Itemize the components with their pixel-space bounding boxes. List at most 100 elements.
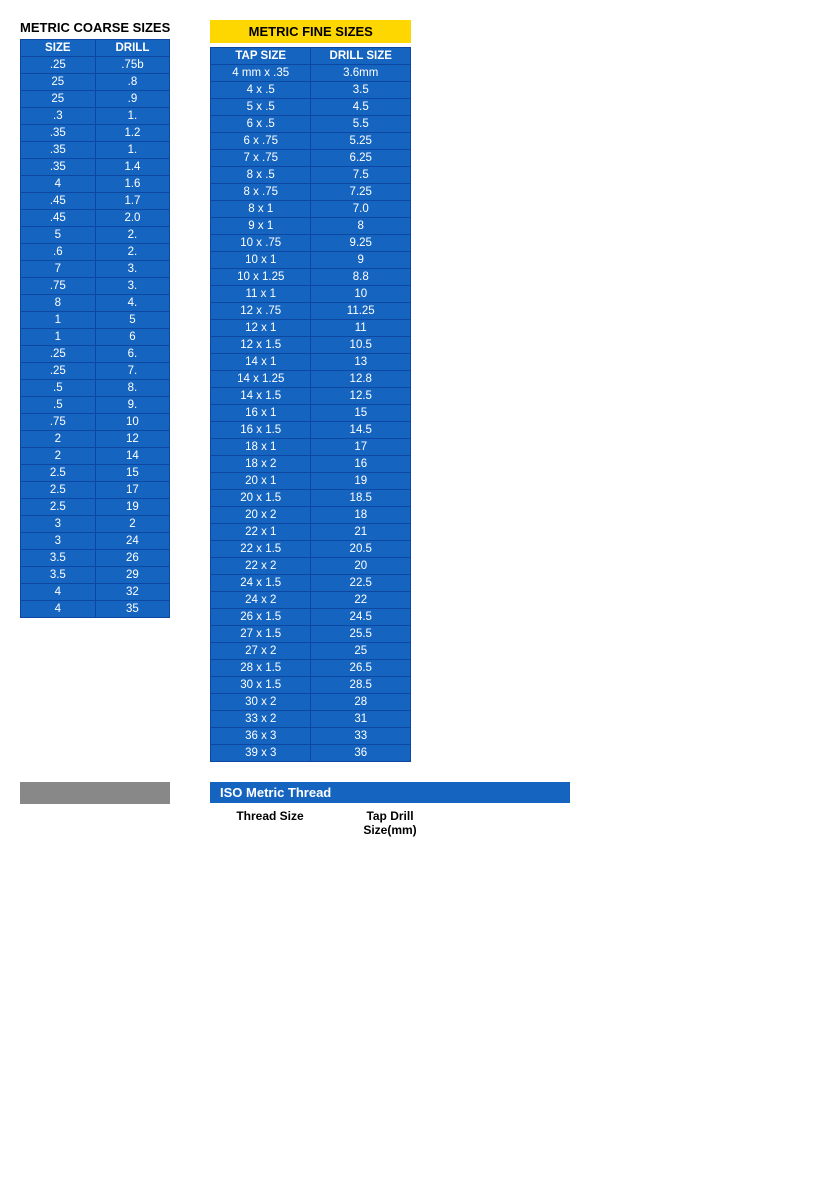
iso-section: ISO Metric Thread Thread Size Tap Drill …	[210, 782, 570, 839]
coarse-cell: .5	[21, 380, 96, 397]
coarse-cell: 7.	[95, 363, 170, 380]
bottom-section: ISO Metric Thread Thread Size Tap Drill …	[20, 782, 820, 839]
fine-cell: 5 x .5	[211, 99, 311, 116]
fine-cell: 22.5	[311, 575, 411, 592]
fine-cell: 9	[311, 252, 411, 269]
fine-cell: 10 x 1	[211, 252, 311, 269]
fine-cell: 33	[311, 728, 411, 745]
fine-section: METRIC FINE SIZES TAP SIZE DRILL SIZE 4 …	[210, 20, 411, 762]
coarse-cell: .25	[21, 363, 96, 380]
coarse-cell: 2.5	[21, 482, 96, 499]
coarse-cell: 2.	[95, 227, 170, 244]
coarse-cell: .35	[21, 125, 96, 142]
fine-cell: 22	[311, 592, 411, 609]
fine-cell: 7.5	[311, 167, 411, 184]
fine-cell: 20.5	[311, 541, 411, 558]
fine-cell: 20 x 1.5	[211, 490, 311, 507]
fine-cell: 24.5	[311, 609, 411, 626]
iso-col2: Tap Drill Size(mm)	[330, 807, 450, 839]
fine-cell: 22 x 2	[211, 558, 311, 575]
coarse-cell: .3	[21, 108, 96, 125]
coarse-cell: 10	[95, 414, 170, 431]
coarse-cell: 1.4	[95, 159, 170, 176]
coarse-cell: 1.	[95, 142, 170, 159]
fine-cell: 8 x .75	[211, 184, 311, 201]
fine-cell: 9 x 1	[211, 218, 311, 235]
coarse-cell: .35	[21, 159, 96, 176]
iso-title: ISO Metric Thread	[210, 782, 570, 803]
coarse-cell: 9.	[95, 397, 170, 414]
coarse-cell: 2.5	[21, 465, 96, 482]
fine-cell: 19	[311, 473, 411, 490]
fine-cell: 30 x 2	[211, 694, 311, 711]
coarse-cell: 19	[95, 499, 170, 516]
fine-cell: 17	[311, 439, 411, 456]
coarse-cell: .25	[21, 346, 96, 363]
coarse-cell: 3	[21, 533, 96, 550]
fine-cell: 12 x .75	[211, 303, 311, 320]
coarse-cell: 17	[95, 482, 170, 499]
fine-cell: 4 mm x .35	[211, 65, 311, 82]
coarse-cell: .45	[21, 210, 96, 227]
fine-cell: 8 x 1	[211, 201, 311, 218]
fine-cell: 16 x 1	[211, 405, 311, 422]
coarse-cell: .25	[21, 57, 96, 74]
fine-cell: 11 x 1	[211, 286, 311, 303]
fine-cell: 28	[311, 694, 411, 711]
fine-header-tap: TAP SIZE	[211, 48, 311, 65]
fine-cell: 36 x 3	[211, 728, 311, 745]
fine-cell: 4 x .5	[211, 82, 311, 99]
fine-cell: 10 x 1.25	[211, 269, 311, 286]
fine-cell: 10	[311, 286, 411, 303]
coarse-cell: .75	[21, 278, 96, 295]
coarse-cell: 29	[95, 567, 170, 584]
fine-cell: 30 x 1.5	[211, 677, 311, 694]
fine-cell: 36	[311, 745, 411, 762]
fine-cell: 7.0	[311, 201, 411, 218]
coarse-cell: 32	[95, 584, 170, 601]
fine-cell: 28 x 1.5	[211, 660, 311, 677]
coarse-header-size: SIZE	[21, 40, 96, 57]
coarse-cell: 35	[95, 601, 170, 618]
coarse-cell: 2	[21, 431, 96, 448]
fine-cell: 11.25	[311, 303, 411, 320]
coarse-cell: 3.	[95, 278, 170, 295]
fine-cell: 8.8	[311, 269, 411, 286]
tables-row: METRIC COARSE SIZES SIZE DRILL .25.75b25…	[20, 20, 820, 762]
coarse-cell: 1	[21, 312, 96, 329]
fine-cell: 28.5	[311, 677, 411, 694]
coarse-cell: 25	[21, 74, 96, 91]
coarse-cell: 2	[21, 448, 96, 465]
fine-cell: 14 x 1	[211, 354, 311, 371]
fine-cell: 6 x .75	[211, 133, 311, 150]
iso-headers: Thread Size Tap Drill Size(mm)	[210, 807, 570, 839]
fine-cell: 22 x 1.5	[211, 541, 311, 558]
fine-cell: 21	[311, 524, 411, 541]
fine-cell: 20	[311, 558, 411, 575]
fine-cell: 9.25	[311, 235, 411, 252]
fine-cell: 12.5	[311, 388, 411, 405]
coarse-cell: .5	[21, 397, 96, 414]
coarse-cell: 3.	[95, 261, 170, 278]
coarse-cell: .6	[21, 244, 96, 261]
fine-cell: 33 x 2	[211, 711, 311, 728]
fine-cell: 22 x 1	[211, 524, 311, 541]
coarse-cell: 4	[21, 584, 96, 601]
fine-cell: 14 x 1.5	[211, 388, 311, 405]
fine-cell: 26.5	[311, 660, 411, 677]
coarse-cell: 7	[21, 261, 96, 278]
fine-cell: 3.5	[311, 82, 411, 99]
fine-cell: 5.25	[311, 133, 411, 150]
fine-cell: 8 x .5	[211, 167, 311, 184]
coarse-cell: 1.7	[95, 193, 170, 210]
coarse-cell: .9	[95, 91, 170, 108]
coarse-cell: 24	[95, 533, 170, 550]
coarse-cell: 6.	[95, 346, 170, 363]
fine-cell: 16	[311, 456, 411, 473]
coarse-cell: 4	[21, 176, 96, 193]
coarse-cell: 3.5	[21, 550, 96, 567]
coarse-cell: .75b	[95, 57, 170, 74]
coarse-cell: 3.5	[21, 567, 96, 584]
fine-cell: 7 x .75	[211, 150, 311, 167]
coarse-cell: 1.6	[95, 176, 170, 193]
